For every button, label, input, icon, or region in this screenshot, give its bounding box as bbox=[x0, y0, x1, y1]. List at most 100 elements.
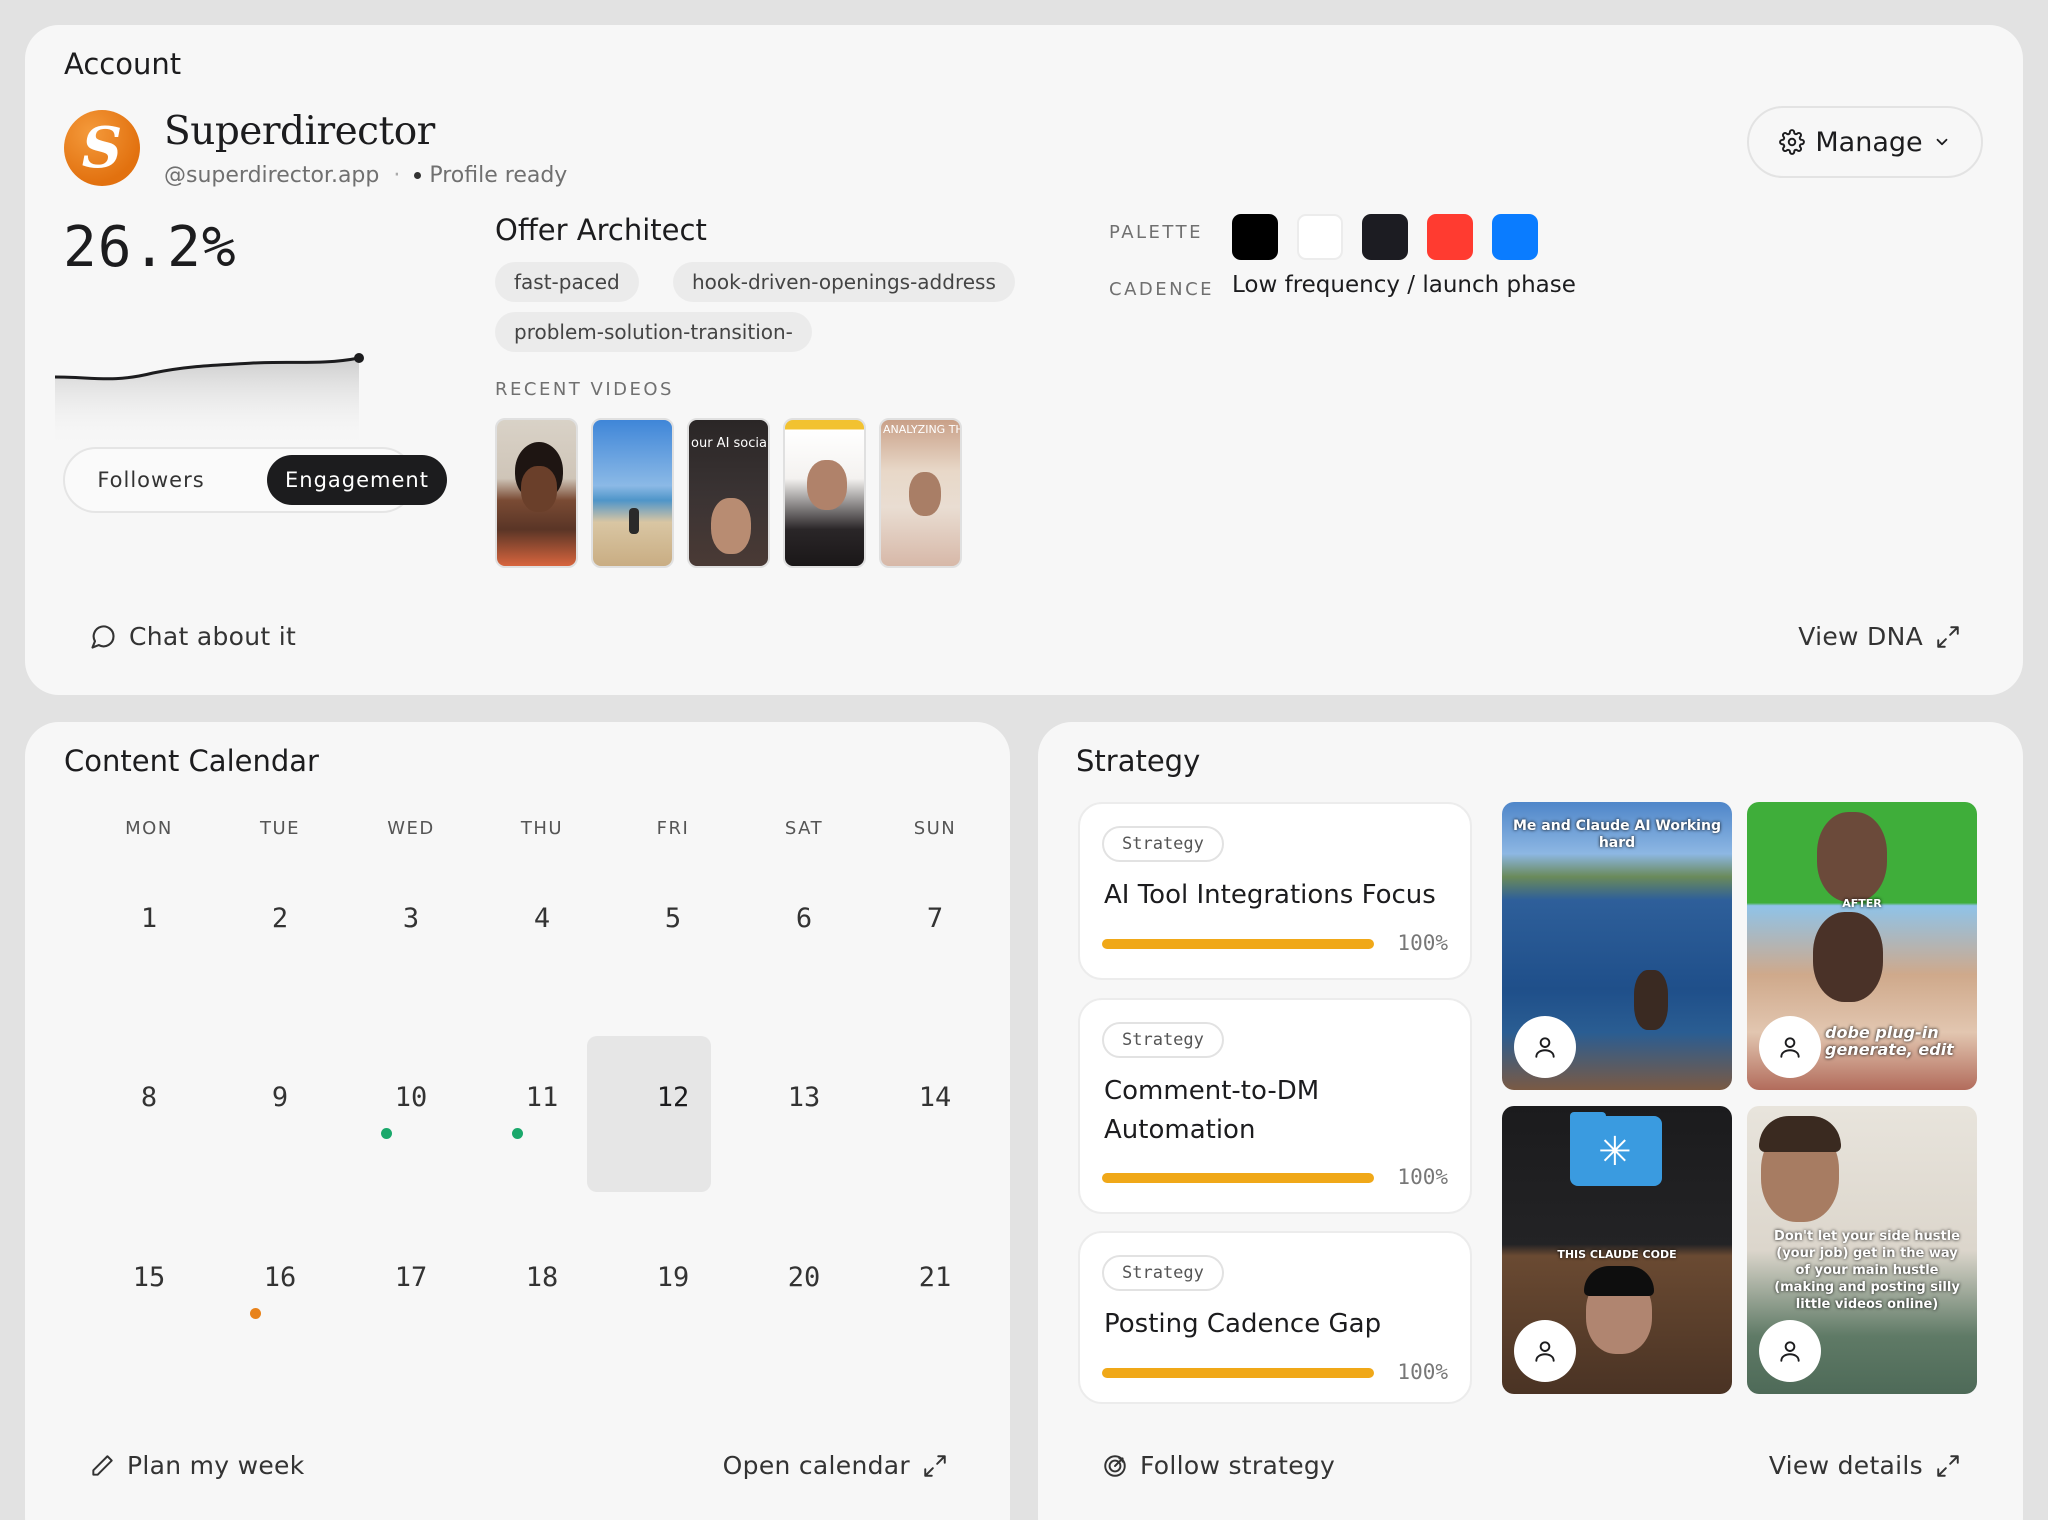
user-icon bbox=[1535, 1341, 1555, 1362]
expand-icon bbox=[1937, 1454, 1959, 1477]
calendar-day[interactable]: 13 bbox=[754, 1082, 854, 1113]
calendar-day[interactable]: 2 bbox=[230, 903, 330, 934]
strategy-progress-bar bbox=[1102, 1173, 1374, 1183]
calendar-day[interactable]: 18 bbox=[492, 1262, 592, 1293]
strategy-image[interactable]: Me and Claude AI Working hard bbox=[1502, 802, 1732, 1090]
calendar-day[interactable]: 8 bbox=[99, 1082, 199, 1113]
strategy-progress-label: 100% bbox=[1397, 1165, 1448, 1189]
strategy-badge: Strategy bbox=[1102, 826, 1224, 862]
strategy-item-title: Comment-to-DM Automation bbox=[1104, 1076, 1320, 1145]
calendar-day[interactable]: 15 bbox=[99, 1262, 199, 1293]
strategy-image[interactable]: AFTER dobe plug-in generate, edit bbox=[1747, 802, 1977, 1090]
avatar-icon-button[interactable] bbox=[1759, 1320, 1821, 1382]
gear-icon bbox=[1779, 129, 1806, 155]
strategy-item[interactable]: Strategy AI Tool Integrations Focus 100% bbox=[1078, 802, 1472, 980]
profile-status: Profile ready bbox=[429, 163, 568, 188]
calendar-day[interactable]: 19 bbox=[623, 1262, 723, 1293]
strategy-card: Strategy Strategy AI Tool Integrations F… bbox=[1038, 722, 2023, 1520]
video-thumbnail[interactable]: ANALYZING THEM... bbox=[879, 418, 962, 568]
account-title: Account bbox=[64, 47, 182, 81]
follow-strategy-label: Follow strategy bbox=[1140, 1451, 1336, 1480]
weekday-wed: WED bbox=[387, 818, 435, 839]
open-calendar-button[interactable]: Open calendar bbox=[723, 1451, 948, 1480]
calendar-day[interactable]: 7 bbox=[885, 903, 985, 934]
account-subline: @superdirector.app · Profile ready bbox=[164, 163, 567, 188]
video-thumbnail[interactable] bbox=[783, 418, 866, 568]
calendar-day[interactable]: 10 bbox=[361, 1082, 461, 1113]
tag-hook-driven: hook-driven-openings-address bbox=[673, 262, 1015, 302]
engagement-sparkline bbox=[54, 353, 364, 448]
cadence-label: CADENCE bbox=[1109, 279, 1215, 300]
today-highlight bbox=[587, 1036, 711, 1192]
chat-label: Chat about it bbox=[129, 622, 297, 651]
plan-my-week-button[interactable]: Plan my week bbox=[89, 1451, 305, 1480]
strategy-progress-label: 100% bbox=[1397, 1360, 1448, 1384]
plan-label: Plan my week bbox=[127, 1451, 305, 1480]
user-icon bbox=[1780, 1341, 1800, 1362]
palette-swatch-white bbox=[1297, 214, 1343, 260]
palette-label: PALETTE bbox=[1109, 222, 1203, 243]
calendar-day[interactable]: 14 bbox=[885, 1082, 985, 1113]
view-details-button[interactable]: View details bbox=[1769, 1451, 1961, 1480]
calendar-day-today[interactable]: 12 bbox=[623, 1082, 723, 1113]
engagement-toggle[interactable]: Engagement bbox=[267, 455, 447, 505]
pencil-icon bbox=[92, 1454, 113, 1476]
weekday-sat: SAT bbox=[784, 818, 824, 839]
strategy-image[interactable]: Don't let your side hustle (your job) ge… bbox=[1747, 1106, 1977, 1394]
video-thumbnail[interactable]: our AI socia edia manag nd scriptwrit bbox=[687, 418, 770, 568]
view-details-label: View details bbox=[1768, 1451, 1923, 1480]
expand-icon bbox=[924, 1454, 946, 1477]
followers-toggle[interactable]: Followers bbox=[77, 455, 225, 505]
palette-swatch-red bbox=[1427, 214, 1473, 260]
strategy-item-title: Posting Cadence Gap bbox=[1104, 1309, 1382, 1339]
manage-button[interactable]: Manage bbox=[1747, 106, 1983, 178]
strategy-image[interactable]: ✳ THIS CLAUDE CODE bbox=[1502, 1106, 1732, 1394]
tag-problem-solution: problem-solution-transition- bbox=[495, 312, 812, 352]
calendar-day[interactable]: 5 bbox=[623, 903, 723, 934]
avatar-icon-button[interactable] bbox=[1759, 1016, 1821, 1078]
palette-swatch-black bbox=[1232, 214, 1278, 260]
video-thumbnail[interactable] bbox=[591, 418, 674, 568]
weekday-fri: FRI bbox=[656, 818, 690, 839]
palette-swatch-blue bbox=[1492, 214, 1538, 260]
open-calendar-label: Open calendar bbox=[722, 1451, 910, 1480]
weekday-tue: TUE bbox=[259, 818, 301, 839]
avatar-icon-button[interactable] bbox=[1514, 1320, 1576, 1382]
brand-logo: S bbox=[64, 110, 140, 186]
expand-icon bbox=[1937, 625, 1959, 648]
calendar-day[interactable]: 16 bbox=[230, 1262, 330, 1293]
chat-bubble-icon bbox=[91, 624, 115, 649]
weekday-thu: THU bbox=[520, 818, 564, 839]
avatar-icon-button[interactable] bbox=[1514, 1016, 1576, 1078]
weekday-sun: SUN bbox=[913, 818, 957, 839]
strategy-badge: Strategy bbox=[1102, 1255, 1224, 1291]
calendar-title: Content Calendar bbox=[64, 744, 319, 778]
calendar-day[interactable]: 1 bbox=[99, 903, 199, 934]
calendar-day[interactable]: 3 bbox=[361, 903, 461, 934]
calendar-day[interactable]: 6 bbox=[754, 903, 854, 934]
strategy-item[interactable]: Strategy Posting Cadence Gap 100% bbox=[1078, 1231, 1472, 1404]
account-card: Account S Superdirector @superdirector.a… bbox=[25, 25, 2023, 695]
strategy-item-title: AI Tool Integrations Focus bbox=[1104, 880, 1436, 910]
strategy-progress-bar bbox=[1102, 1368, 1374, 1378]
target-icon bbox=[1104, 1454, 1126, 1477]
calendar-day[interactable]: 4 bbox=[492, 903, 592, 934]
view-dna-button[interactable]: View DNA bbox=[1798, 622, 1961, 651]
account-handle: @superdirector.app bbox=[164, 163, 380, 188]
video-thumbnail[interactable] bbox=[495, 418, 578, 568]
calendar-day[interactable]: 17 bbox=[361, 1262, 461, 1293]
chevron-down-icon bbox=[1936, 138, 1948, 146]
calendar-day[interactable]: 11 bbox=[492, 1082, 592, 1113]
recent-videos-label: RECENT VIDEOS bbox=[495, 379, 674, 400]
strategy-progress-label: 100% bbox=[1397, 931, 1448, 955]
chat-about-it-button[interactable]: Chat about it bbox=[89, 622, 296, 651]
tag-fast-paced: fast-paced bbox=[495, 262, 639, 302]
separator: · bbox=[393, 163, 401, 188]
calendar-day[interactable]: 9 bbox=[230, 1082, 330, 1113]
follow-strategy-button[interactable]: Follow strategy bbox=[1102, 1451, 1335, 1480]
strategy-item[interactable]: Strategy Comment-to-DM Automation 100% bbox=[1078, 998, 1472, 1214]
calendar-day[interactable]: 21 bbox=[885, 1262, 985, 1293]
event-dot-scheduled bbox=[250, 1308, 261, 1319]
metric-toggle: Followers Engagement bbox=[63, 447, 447, 513]
calendar-day[interactable]: 20 bbox=[754, 1262, 854, 1293]
